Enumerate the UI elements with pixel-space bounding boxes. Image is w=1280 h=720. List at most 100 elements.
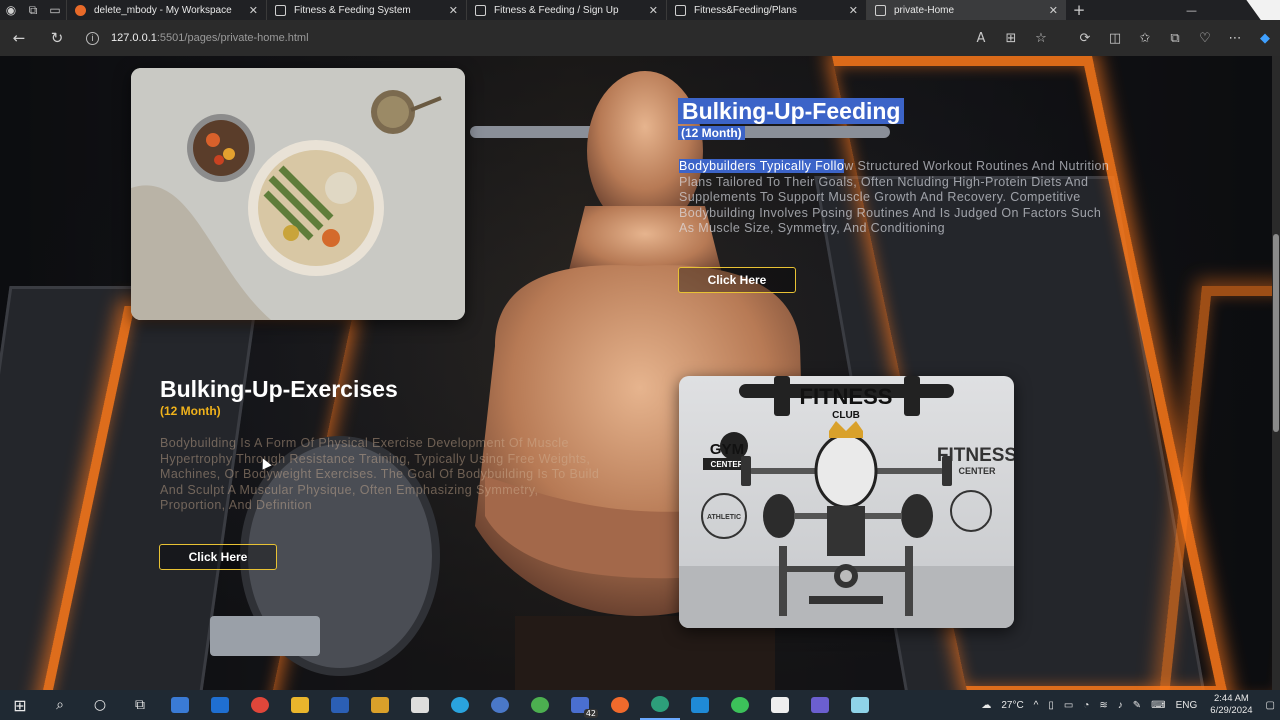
logo-club-text: CLUB — [832, 410, 860, 421]
tab-private-home[interactable]: private-Home ✕ — [866, 0, 1066, 20]
split-screen-icon[interactable]: ◫ — [1100, 31, 1130, 46]
app-icon[interactable] — [840, 690, 880, 720]
weight-handle — [210, 616, 320, 656]
tab-plans[interactable]: Fitness&Feeding/Plans ✕ — [666, 0, 866, 20]
search-icon[interactable]: ⌕ — [40, 690, 80, 720]
logo-fitness-text: FITNESS — [800, 384, 893, 409]
clock-date: 6/29/2024 — [1210, 705, 1253, 716]
system-tray: ☁ 27°C ^ ▯ ▭ ◔ ≋ ♪ ✎ ⌨ ENG 2:44 AM 6/29/… — [976, 690, 1280, 720]
extensions-icon[interactable]: ⟳ — [1070, 31, 1100, 46]
exercises-description: Bodybuilding Is A Form Of Physical Exerc… — [160, 436, 600, 512]
battery-icon[interactable]: ▭ — [1064, 700, 1073, 711]
fitness-club-image: FITNESS CLUB GYM CENTER FITNESS CENTER A… — [679, 376, 1014, 628]
tab-title: Fitness & Feeding / Sign Up — [494, 4, 619, 16]
wifi-icon[interactable]: ≋ — [1099, 700, 1107, 711]
scrollbar-thumb[interactable] — [1273, 234, 1279, 432]
app-icon[interactable] — [760, 690, 800, 720]
feeding-description: Bodybuilders Typically Follow Structured… — [679, 159, 1114, 237]
chrome-icon[interactable] — [240, 690, 280, 720]
workspaces-icon[interactable]: ⧉ — [22, 0, 44, 20]
window-corner-icon — [1246, 0, 1280, 20]
profile-icon[interactable]: ◉ — [0, 0, 22, 20]
app-icon[interactable] — [320, 690, 360, 720]
temperature[interactable]: 27°C — [1001, 700, 1023, 711]
notifications-icon[interactable]: ▢ — [1266, 700, 1275, 711]
logo-center-right-text: CENTER — [958, 466, 996, 476]
copilot-icon[interactable]: ◆ — [1250, 31, 1280, 46]
windows-taskbar: ⊞ ⌕ ○ ⧉ 42 ☁ 27°C ^ ▯ ▭ ◔ ≋ ♪ ✎ ⌨ ENG 2:… — [0, 690, 1280, 720]
browser-tab-strip: ◉ ⧉ ▭ delete_mbody - My Workspace ✕ Fitn… — [0, 0, 1280, 20]
exercises-click-here-button[interactable]: Click Here — [159, 544, 277, 570]
tab-title: delete_mbody - My Workspace — [94, 4, 232, 16]
url-field[interactable]: i 127.0.0.1:5501/pages/private-home.html — [86, 31, 309, 45]
exercises-title: Bulking-Up-Exercises — [160, 376, 398, 402]
close-icon[interactable]: ✕ — [1049, 4, 1058, 17]
clock[interactable]: 2:44 AM 6/29/2024 — [1210, 693, 1252, 717]
info-icon[interactable]: i — [86, 31, 99, 45]
app-available-icon[interactable]: ⊞ — [996, 31, 1026, 46]
new-tab-button[interactable]: + — [1066, 1, 1092, 19]
tab-postman[interactable]: delete_mbody - My Workspace ✕ — [66, 0, 266, 20]
tab-title: Fitness&Feeding/Plans — [694, 4, 797, 16]
cortana-icon[interactable]: ○ — [80, 690, 120, 720]
postman-icon[interactable] — [600, 690, 640, 720]
minimize-icon[interactable]: — — [1186, 0, 1197, 20]
postman-icon — [75, 4, 86, 16]
favorites-icon[interactable]: ✩ — [1130, 31, 1160, 46]
close-icon[interactable]: ✕ — [249, 4, 258, 17]
logo-badge-text: ATHLETIC — [707, 514, 741, 521]
exercises-duration: (12 Month) — [160, 404, 221, 418]
teams-icon[interactable]: 42 — [560, 690, 600, 720]
tab-actions-icon[interactable]: ▭ — [44, 0, 66, 20]
edge-icon[interactable] — [640, 690, 680, 720]
notepad-icon[interactable] — [400, 690, 440, 720]
weather-icon[interactable]: ☁ — [981, 700, 991, 711]
pen-icon[interactable]: ✎ — [1133, 700, 1141, 711]
task-view-icon[interactable]: ⧉ — [120, 690, 160, 720]
page-icon — [675, 4, 686, 16]
keyboard-icon[interactable]: ⌨ — [1151, 700, 1165, 711]
page-icon — [275, 4, 286, 16]
browser-toolbar: A ⊞ ☆ ⟳ ◫ ✩ ⧉ ♡ ⋯ ◆ — [966, 20, 1280, 56]
mail-icon[interactable] — [200, 690, 240, 720]
page-scrollbar[interactable] — [1272, 56, 1280, 690]
telegram-icon[interactable] — [440, 690, 480, 720]
private-home-page: Bulking-Up-Feeding (12 Month) Bodybuilde… — [0, 56, 1272, 690]
network-icon[interactable]: ◔ — [1083, 700, 1089, 711]
language-indicator[interactable]: ENG — [1176, 700, 1198, 711]
app-icon[interactable] — [520, 690, 560, 720]
vscode-icon[interactable] — [680, 690, 720, 720]
usb-icon[interactable]: ▯ — [1048, 700, 1054, 711]
collections-icon[interactable]: ⧉ — [1160, 31, 1190, 46]
file-explorer-icon[interactable] — [280, 690, 320, 720]
clock-time: 2:44 AM — [1213, 693, 1249, 704]
app-icon[interactable] — [800, 690, 840, 720]
refresh-icon[interactable]: ↻ — [38, 20, 76, 56]
notification-badge: 42 — [583, 709, 598, 718]
app-icon[interactable] — [480, 690, 520, 720]
close-icon[interactable]: ✕ — [849, 4, 858, 17]
app-icon[interactable] — [360, 690, 400, 720]
logo-center-text: CENTER — [711, 460, 744, 469]
address-bar-row: ← ↻ i 127.0.0.1:5501/pages/private-home.… — [0, 20, 1280, 56]
page-icon — [475, 4, 486, 16]
read-aloud-icon[interactable]: A — [966, 31, 996, 46]
whatsapp-icon[interactable] — [720, 690, 760, 720]
favorite-star-icon[interactable]: ☆ — [1026, 31, 1056, 46]
logo-gym-text: GYM — [710, 441, 744, 458]
windows-start-icon[interactable]: ⊞ — [0, 690, 40, 720]
tab-sign-up[interactable]: Fitness & Feeding / Sign Up ✕ — [466, 0, 666, 20]
store-icon[interactable] — [160, 690, 200, 720]
more-icon[interactable]: ⋯ — [1220, 31, 1250, 46]
feeding-title: Bulking-Up-Feeding — [678, 98, 905, 124]
url-host: 127.0.0.1 — [111, 32, 157, 44]
back-icon[interactable]: ← — [0, 20, 38, 56]
close-icon[interactable]: ✕ — [449, 4, 458, 17]
tab-fitness-system[interactable]: Fitness & Feeding System ✕ — [266, 0, 466, 20]
tray-chevron-icon[interactable]: ^ — [1034, 700, 1039, 711]
feeding-click-here-button[interactable]: Click Here — [678, 267, 796, 293]
volume-icon[interactable]: ♪ — [1118, 700, 1123, 711]
selected-text: Bodybuilders Typically Follo — [679, 159, 845, 173]
close-icon[interactable]: ✕ — [649, 4, 658, 17]
browser-essentials-icon[interactable]: ♡ — [1190, 31, 1220, 46]
